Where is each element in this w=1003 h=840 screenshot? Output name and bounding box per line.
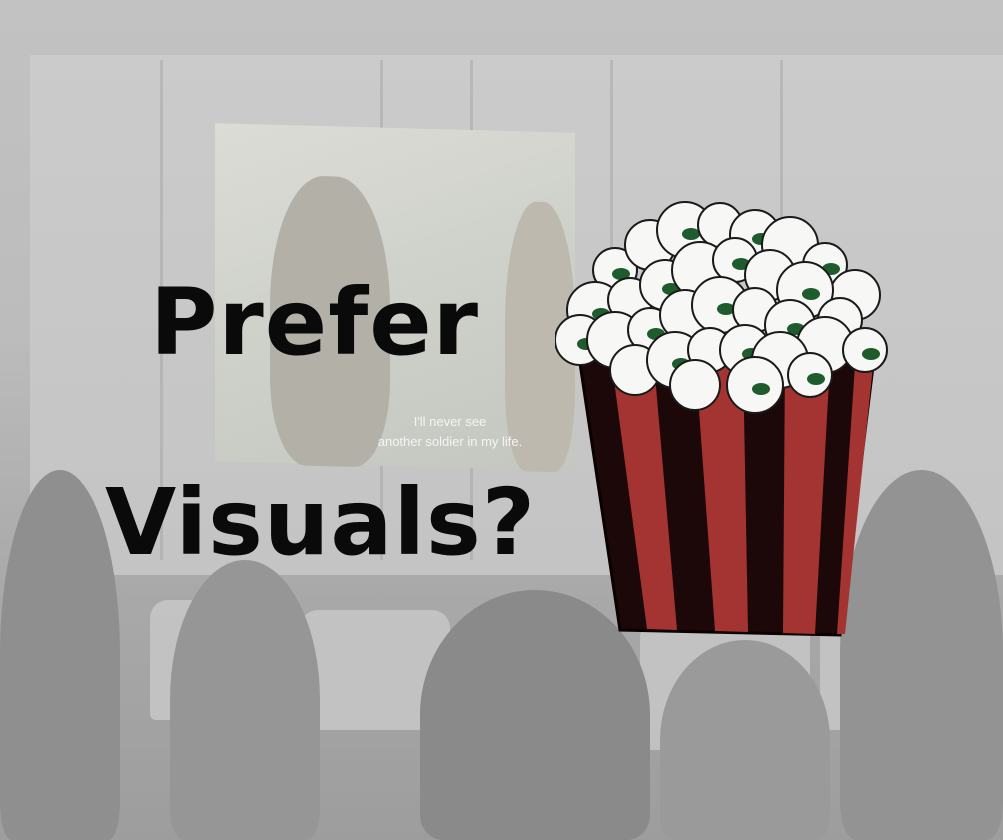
popcorn-kernel — [669, 359, 721, 411]
audience-member — [660, 640, 830, 840]
poster: I'll never see another soldier in my lif… — [0, 0, 1003, 840]
popcorn-spot — [802, 288, 820, 300]
film-subtitle: I'll never see another soldier in my lif… — [340, 412, 560, 452]
headline-line-2: Visuals? — [105, 469, 537, 576]
film-subtitle-line-2: another soldier in my life. — [377, 434, 523, 449]
popcorn-bucket-icon — [555, 201, 888, 637]
film-subtitle-line-1: I'll never see — [413, 414, 487, 429]
popcorn-spot — [682, 228, 700, 240]
headline-line-1: Prefer — [150, 269, 479, 376]
popcorn-spot — [862, 348, 880, 360]
audience-member — [0, 470, 120, 840]
popcorn-spot — [752, 383, 770, 395]
popcorn-spot — [807, 373, 825, 385]
audience-member — [170, 560, 320, 840]
